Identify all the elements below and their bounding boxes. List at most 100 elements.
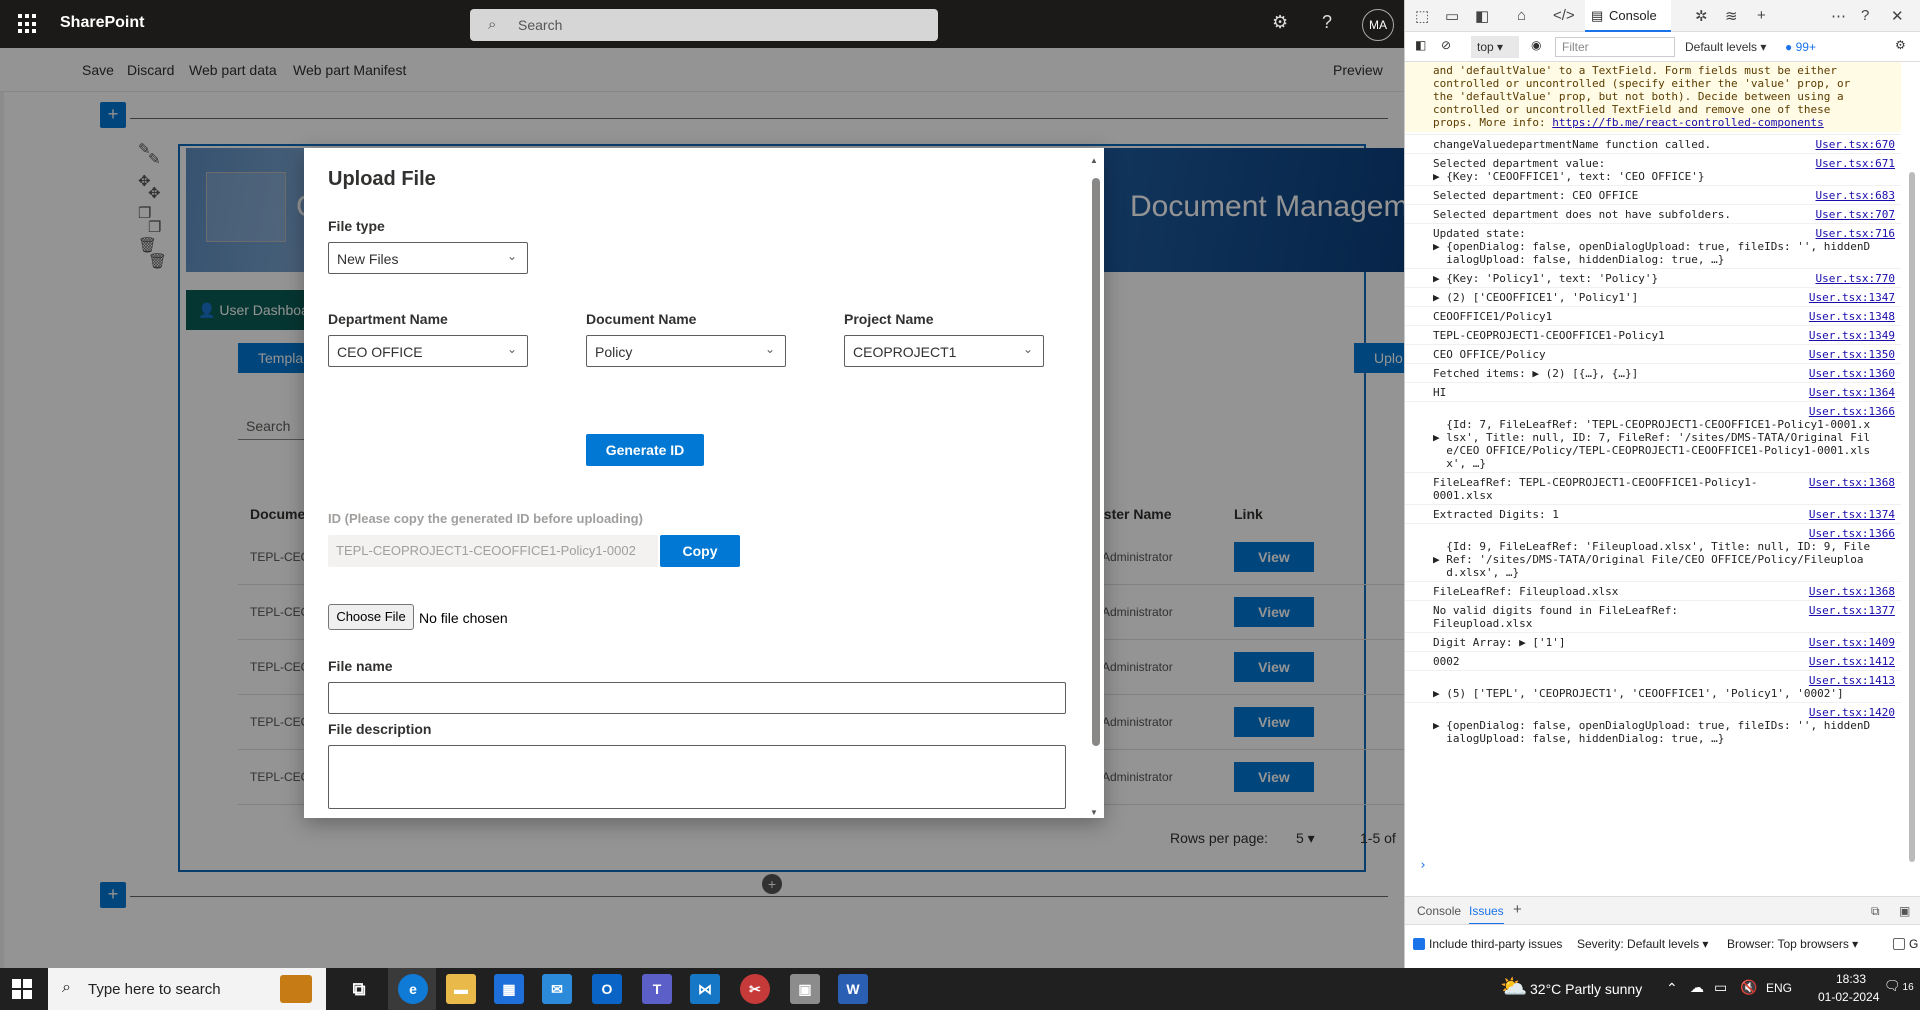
network-icon[interactable]: ▭ [1714, 979, 1727, 996]
onedrive-icon[interactable]: ☁ [1690, 979, 1704, 996]
vscode-icon[interactable]: ⋈ [690, 974, 720, 1004]
console-log-entry[interactable]: Selected department does not have subfol… [1405, 204, 1901, 223]
console-log-entry[interactable]: FileLeafRef: TEPL-CEOPROJECT1-CEOOFFICE1… [1405, 472, 1901, 504]
log-source-link[interactable]: User.tsx:1374 [1809, 508, 1895, 521]
drawer-issues-tab[interactable]: Issues [1469, 904, 1504, 925]
log-source-link[interactable]: User.tsx:1366 [1809, 527, 1895, 540]
notifications-icon[interactable]: 🗨 16 [1884, 978, 1914, 994]
avatar[interactable]: MA [1362, 9, 1394, 41]
console-log-entry[interactable]: Selected department: CEO OFFICE User.tsx:… [1405, 185, 1901, 204]
console-prompt-icon[interactable]: › [1419, 858, 1427, 873]
show-hidden-icons-chevron[interactable]: ⌃ [1666, 980, 1678, 997]
console-log-entry[interactable]: Fetched items: ▶ (2) [{…}, {…}] User.tsx:… [1405, 363, 1901, 382]
scroll-up-icon[interactable]: ▲ [1090, 156, 1098, 165]
console-log-entry[interactable]: Digit Array: ▶ ['1'] User.tsx:1409 [1405, 632, 1901, 651]
console-log-entry[interactable]: CEOOFFICE1/Policy1 User.tsx:1348 [1405, 306, 1901, 325]
device-toolbar-icon[interactable]: ▭ [1445, 7, 1459, 25]
console-log-entry[interactable]: ▶ (5) ['TEPL', 'CEOPROJECT1', 'CEOOFFICE… [1405, 670, 1901, 702]
weather-text[interactable]: 32°C Partly sunny [1530, 981, 1642, 997]
console-log-entry[interactable]: Extracted Digits: 1 User.tsx:1374 [1405, 504, 1901, 523]
console-log-entry[interactable]: ▶ (2) ['CEOOFFICE1', 'Policy1'] User.tsx:… [1405, 287, 1901, 306]
console-log-entry[interactable]: No valid digits found in FileLeafRef: Fi… [1405, 600, 1901, 632]
console-log-entry[interactable]: TEPL-CEOPROJECT1-CEOOFFICE1-Policy1 User.… [1405, 325, 1901, 344]
browser-dropdown[interactable]: Browser: Top browsers ▾ [1727, 937, 1858, 951]
edge-browser-icon[interactable]: e [398, 974, 428, 1004]
toggle-sidebar-icon[interactable]: ◧ [1475, 7, 1489, 25]
network-wifi-icon[interactable]: ≋ [1725, 7, 1738, 25]
group-option-checkbox[interactable]: G [1893, 937, 1918, 951]
language-indicator[interactable]: ENG [1766, 981, 1792, 995]
dock-icon[interactable]: ⧉ [1871, 904, 1880, 919]
add-drawer-tab-icon[interactable]: + [1513, 901, 1522, 918]
sources-bug-icon[interactable]: ✲ [1695, 7, 1708, 25]
console-log-entry[interactable]: CEO OFFICE/Policy User.tsx:1350 [1405, 344, 1901, 363]
document-dropdown[interactable]: Policy ⌄ [586, 335, 786, 367]
console-log-entry[interactable]: {Id: 7, FileLeafRef: 'TEPL-CEOPROJECT1-C… [1405, 401, 1901, 472]
console-settings-gear-icon[interactable]: ⚙ [1895, 38, 1906, 52]
console-log-entry[interactable]: HI User.tsx:1364 [1405, 382, 1901, 401]
welcome-home-icon[interactable]: ⌂ [1517, 7, 1526, 24]
console-log-entry[interactable]: ▶ {Key: 'Policy1', text: 'Policy'} User.t… [1405, 268, 1901, 287]
more-tools-plus-icon[interactable]: + [1757, 7, 1766, 24]
sharepoint-search-box[interactable]: ⌕ Search [470, 9, 938, 41]
show-sidebar-icon[interactable]: ◧ [1415, 38, 1426, 52]
scrollbar-thumb[interactable] [1092, 178, 1100, 746]
issues-counter[interactable]: ● 99+ [1785, 40, 1816, 54]
log-source-link[interactable]: User.tsx:1350 [1809, 348, 1895, 361]
console-log-entry[interactable]: changeValuedepartmentName function calle… [1405, 134, 1901, 153]
elements-tab-icon[interactable]: </> [1553, 7, 1575, 24]
log-source-link[interactable]: User.tsx:1348 [1809, 310, 1895, 323]
log-source-link[interactable]: User.tsx:670 [1816, 138, 1895, 151]
drawer-console-tab[interactable]: Console [1417, 904, 1461, 918]
log-source-link[interactable]: User.tsx:683 [1816, 189, 1895, 202]
log-source-link[interactable]: User.tsx:1366 [1809, 405, 1895, 418]
console-log-entry[interactable]: Selected department value: ▶ {Key: 'CEOO… [1405, 153, 1901, 185]
log-source-link[interactable]: User.tsx:1368 [1809, 585, 1895, 598]
close-icon[interactable]: ✕ [1891, 7, 1904, 25]
app-launcher-icon[interactable] [18, 14, 38, 34]
console-tab[interactable]: ▤ Console [1585, 0, 1671, 32]
generated-id-field[interactable]: TEPL-CEOPROJECT1-CEOOFFICE1-Policy1-0002 [328, 535, 658, 567]
remote-desktop-icon[interactable]: ▣ [790, 974, 820, 1004]
log-source-link[interactable]: User.tsx:1349 [1809, 329, 1895, 342]
log-source-link[interactable]: User.tsx:1347 [1809, 291, 1895, 304]
log-source-link[interactable]: User.tsx:1360 [1809, 367, 1895, 380]
teams-icon[interactable]: T [642, 974, 672, 1004]
choose-file-button[interactable]: Choose File [328, 604, 414, 630]
inspect-element-icon[interactable]: ⬚ [1415, 7, 1429, 25]
context-selector[interactable]: top ▾ [1471, 36, 1519, 58]
log-levels-dropdown[interactable]: Default levels ▾ [1685, 40, 1766, 54]
generate-id-button[interactable]: Generate ID [586, 434, 704, 466]
log-source-link[interactable]: User.tsx:1412 [1809, 655, 1895, 668]
clock-date[interactable]: 01-02-2024 [1818, 990, 1879, 1004]
file-name-input[interactable] [328, 682, 1066, 714]
sharepoint-brand[interactable]: SharePoint [60, 14, 144, 32]
log-source-link[interactable]: User.tsx:707 [1816, 208, 1895, 221]
log-source-link[interactable]: User.tsx:1368 [1809, 476, 1895, 489]
warning-link[interactable]: https://fb.me/react-controlled-component… [1552, 116, 1824, 129]
more-options-icon[interactable]: ⋯ [1831, 7, 1846, 25]
settings-gear-icon[interactable]: ⚙ [1272, 12, 1288, 33]
task-view-icon[interactable]: ⧉ [344, 974, 374, 1004]
microsoft-store-icon[interactable]: ▦ [494, 974, 524, 1004]
file-explorer-icon[interactable]: ▬ [446, 974, 476, 1004]
file-type-dropdown[interactable]: New Files ⌄ [328, 242, 528, 274]
word-icon[interactable]: W [838, 974, 868, 1004]
console-log-entry[interactable]: Updated state: ▶ {openDialog: false, ope… [1405, 223, 1901, 268]
console-scrollbar-thumb[interactable] [1909, 172, 1915, 862]
log-source-link[interactable]: User.tsx:1413 [1809, 674, 1895, 687]
console-scrollbar[interactable] [1907, 62, 1917, 884]
mail-icon[interactable]: ✉ [542, 974, 572, 1004]
log-source-link[interactable]: User.tsx:1420 [1809, 706, 1895, 719]
help-icon[interactable]: ? [1861, 7, 1869, 24]
console-log-entry[interactable]: {Id: 9, FileLeafRef: 'Fileupload.xlsx', … [1405, 523, 1901, 581]
log-source-link[interactable]: User.tsx:716 [1816, 227, 1895, 240]
console-log-entry[interactable]: ▶ {openDialog: false, openDialogUpload: … [1405, 702, 1901, 747]
console-filter-input[interactable]: Filter [1555, 37, 1675, 57]
console-log-entry[interactable]: FileLeafRef: Fileupload.xlsx User.tsx:136… [1405, 581, 1901, 600]
third-party-checkbox[interactable]: Include third-party issues [1413, 937, 1562, 951]
taskbar-search-box[interactable]: ⌕ Type here to search [48, 968, 326, 1010]
copy-button[interactable]: Copy [660, 535, 740, 567]
file-description-textarea[interactable] [328, 745, 1066, 809]
live-expression-eye-icon[interactable]: ◉ [1531, 38, 1541, 52]
